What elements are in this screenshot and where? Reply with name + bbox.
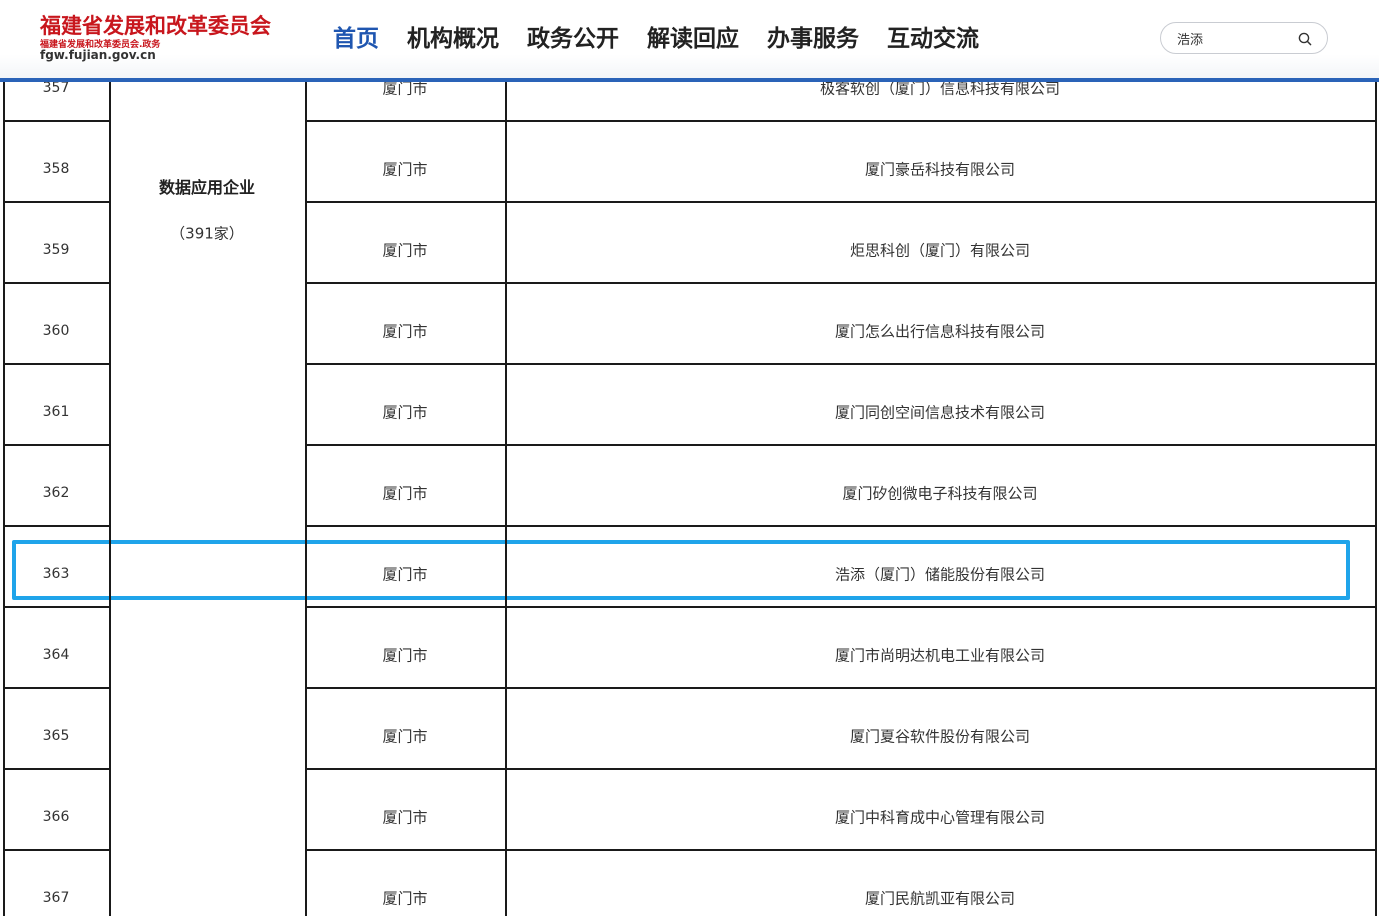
table-column-line xyxy=(1375,78,1377,916)
row-number: 359 xyxy=(42,242,70,258)
table-row-line xyxy=(305,849,1377,851)
row-number: 357 xyxy=(42,80,70,96)
row-city: 厦门市 xyxy=(382,160,428,179)
table-row-line xyxy=(305,444,1377,446)
search-icon[interactable] xyxy=(1297,31,1313,47)
row-city: 厦门市 xyxy=(382,565,428,584)
row-city: 厦门市 xyxy=(382,646,428,665)
company-table: 数据应用企业 （391家） 357 厦门市 极客软创（厦门）信息科技有限公司 358 厦… xyxy=(0,0,1379,916)
table-row-line xyxy=(3,120,111,122)
table-row-line xyxy=(305,282,1377,284)
row-company: 厦门民航凯亚有限公司 xyxy=(864,889,1016,908)
logo-title: 福建省发展和改革委员会 xyxy=(40,13,271,38)
row-city: 厦门市 xyxy=(382,727,428,746)
site-header: 福建省发展和改革委员会 福建省发展和改革委员会.政务 fgw.fujian.go… xyxy=(0,0,1379,78)
category-name: 数据应用企业 xyxy=(158,178,256,197)
search-input[interactable] xyxy=(1177,28,1287,48)
table-row-line xyxy=(305,525,1377,527)
nav-item-services[interactable]: 办事服务 xyxy=(767,22,859,56)
row-company: 厦门矽创微电子科技有限公司 xyxy=(842,484,1038,503)
table-row-line xyxy=(305,120,1377,122)
search-highlight xyxy=(12,540,1350,600)
table-row-line xyxy=(305,687,1377,689)
row-city: 厦门市 xyxy=(382,808,428,827)
table-row-line xyxy=(3,525,111,527)
row-number: 366 xyxy=(42,809,70,825)
table-row-line xyxy=(305,606,1377,608)
row-company: 厦门豪岳科技有限公司 xyxy=(864,160,1016,179)
nav-item-public-affairs[interactable]: 政务公开 xyxy=(527,22,619,56)
table-row-line xyxy=(3,849,111,851)
category-count: （391家） xyxy=(170,224,244,243)
row-number: 363 xyxy=(42,566,70,582)
table-row-line xyxy=(3,363,111,365)
row-company: 厦门市尚明达机电工业有限公司 xyxy=(834,646,1046,665)
row-number: 361 xyxy=(42,404,70,420)
table-row-line xyxy=(3,768,111,770)
site-logo[interactable]: 福建省发展和改革委员会 福建省发展和改革委员会.政务 fgw.fujian.go… xyxy=(40,10,300,66)
table-row-line xyxy=(305,768,1377,770)
table-column-line xyxy=(3,78,5,916)
row-number: 367 xyxy=(42,890,70,906)
table-row-line xyxy=(305,363,1377,365)
search-box xyxy=(1160,22,1328,54)
row-number: 365 xyxy=(42,728,70,744)
table-row-line xyxy=(3,282,111,284)
row-number: 358 xyxy=(42,161,70,177)
table-row-line xyxy=(3,444,111,446)
table-column-line xyxy=(305,78,307,916)
page: 数据应用企业 （391家） 357 厦门市 极客软创（厦门）信息科技有限公司 358 厦… xyxy=(0,0,1379,916)
row-number: 360 xyxy=(42,323,70,339)
row-city: 厦门市 xyxy=(382,889,428,908)
table-row-line xyxy=(3,687,111,689)
row-company: 厦门怎么出行信息科技有限公司 xyxy=(834,322,1046,341)
main-nav: 首页 机构概况 政务公开 解读回应 办事服务 互动交流 xyxy=(333,22,979,56)
row-company: 厦门夏谷软件股份有限公司 xyxy=(849,727,1031,746)
table-column-line xyxy=(109,78,111,916)
row-number: 362 xyxy=(42,485,70,501)
nav-item-about[interactable]: 机构概况 xyxy=(407,22,499,56)
row-number: 364 xyxy=(42,647,70,663)
row-city: 厦门市 xyxy=(382,403,428,422)
row-company: 厦门中科育成中心管理有限公司 xyxy=(834,808,1046,827)
logo-url: fgw.fujian.gov.cn xyxy=(40,48,156,62)
row-city: 厦门市 xyxy=(382,484,428,503)
table-column-line xyxy=(505,78,507,916)
nav-item-interpretation[interactable]: 解读回应 xyxy=(647,22,739,56)
row-city: 厦门市 xyxy=(382,241,428,260)
nav-item-home[interactable]: 首页 xyxy=(333,22,379,56)
table-row-line xyxy=(305,201,1377,203)
nav-item-interaction[interactable]: 互动交流 xyxy=(887,22,979,56)
row-city: 厦门市 xyxy=(382,322,428,341)
table-row-line xyxy=(3,201,111,203)
row-company: 厦门同创空间信息技术有限公司 xyxy=(834,403,1046,422)
row-company: 浩添（厦门）储能股份有限公司 xyxy=(834,565,1046,584)
table-row-line xyxy=(3,606,111,608)
row-company: 炬思科创（厦门）有限公司 xyxy=(849,241,1031,260)
header-divider xyxy=(0,78,1379,82)
